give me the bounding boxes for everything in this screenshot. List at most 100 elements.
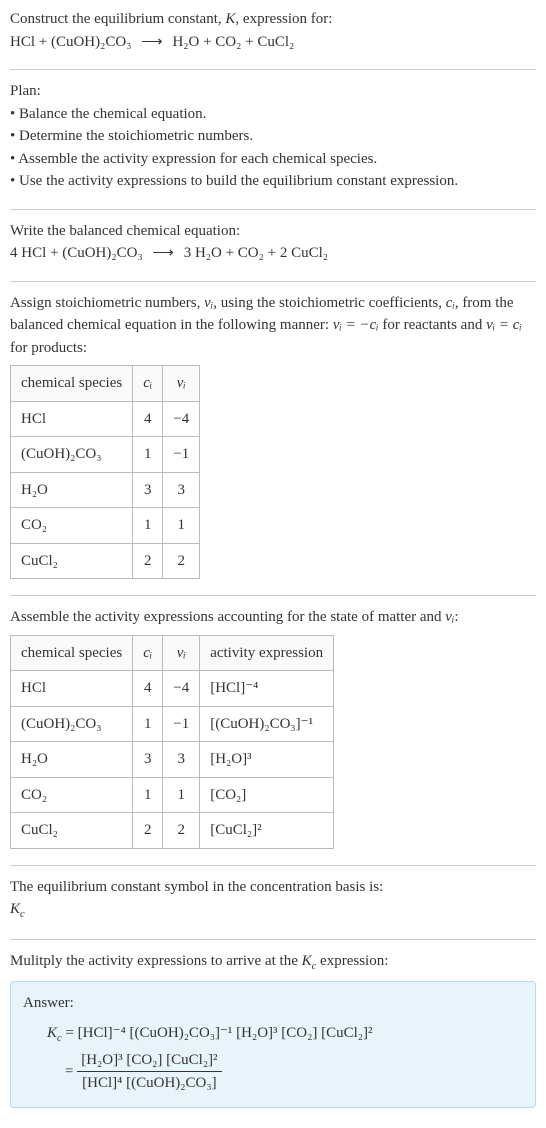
plan-list: Balance the chemical equation. Determine… bbox=[10, 103, 536, 193]
cell-c: 4 bbox=[133, 401, 163, 437]
table-row: H₂O 3 3 bbox=[11, 472, 200, 508]
cell-c: 3 bbox=[133, 742, 163, 778]
table-row: H₂O 3 3 [H₂O]³ bbox=[11, 742, 334, 778]
ci-symbol: cᵢ bbox=[446, 295, 455, 311]
answer-fraction: [H₂O]³ [CO₂] [CuCl₂]² [HCl]⁴ [(CuOH)₂CO₃… bbox=[77, 1049, 221, 1095]
final-text: Mulitply the activity expressions to arr… bbox=[10, 950, 536, 975]
table-row: (CuOH)₂CO₃ 1 −1 [(CuOH)₂CO₃]⁻¹ bbox=[11, 706, 334, 742]
cell-v: −4 bbox=[163, 401, 200, 437]
col-species: chemical species bbox=[11, 635, 133, 671]
answer-expression: Kc = [HCl]⁻⁴ [(CuOH)₂CO₃]⁻¹ [H₂O]³ [CO₂]… bbox=[23, 1022, 523, 1095]
plan-item: Use the activity expressions to build th… bbox=[10, 170, 536, 193]
table-header-row: chemical species cᵢ νᵢ bbox=[11, 366, 200, 402]
nu-symbol: νᵢ bbox=[445, 609, 454, 625]
answer-line2: = [H₂O]³ [CO₂] [CuCl₂]² [HCl]⁴ [(CuOH)₂C… bbox=[47, 1049, 523, 1095]
cell-c: 1 bbox=[133, 437, 163, 473]
final-pre: Mulitply the activity expressions to arr… bbox=[10, 953, 302, 969]
nu-symbol: νᵢ bbox=[204, 295, 213, 311]
cell-species: HCl bbox=[11, 401, 133, 437]
cell-species: HCl bbox=[11, 671, 133, 707]
cell-v: 2 bbox=[163, 813, 200, 849]
plan-section: Plan: Balance the chemical equation. Det… bbox=[10, 80, 536, 199]
intro-section: Construct the equilibrium constant, K, e… bbox=[10, 8, 536, 59]
cell-v: 1 bbox=[163, 508, 200, 544]
balanced-section: Write the balanced chemical equation: 4 … bbox=[10, 220, 536, 271]
cell-expr: [HCl]⁻⁴ bbox=[200, 671, 334, 707]
table-header-row: chemical species cᵢ νᵢ activity expressi… bbox=[11, 635, 334, 671]
cell-expr: [(CuOH)₂CO₃]⁻¹ bbox=[200, 706, 334, 742]
stoich-mid3: for reactants and bbox=[379, 317, 486, 333]
table-row: (CuOH)₂CO₃ 1 −1 bbox=[11, 437, 200, 473]
eq-sign2: = bbox=[65, 1063, 77, 1079]
balanced-rhs: 3 H₂O + CO₂ + 2 CuCl₂ bbox=[184, 245, 328, 261]
cell-expr: [CuCl₂]² bbox=[200, 813, 334, 849]
kc-inline: Kc bbox=[302, 953, 317, 969]
answer-box: Answer: Kc = [HCl]⁻⁴ [(CuOH)₂CO₃]⁻¹ [H₂O… bbox=[10, 981, 536, 1108]
cell-species: CuCl₂ bbox=[11, 543, 133, 579]
cell-c: 2 bbox=[133, 543, 163, 579]
cell-species: H₂O bbox=[11, 472, 133, 508]
plan-item: Balance the chemical equation. bbox=[10, 103, 536, 126]
col-expr: activity expression bbox=[200, 635, 334, 671]
cell-v: 3 bbox=[163, 742, 200, 778]
table-row: HCl 4 −4 bbox=[11, 401, 200, 437]
cell-v: −1 bbox=[163, 706, 200, 742]
balanced-heading: Write the balanced chemical equation: bbox=[10, 220, 536, 243]
cell-expr: [CO₂] bbox=[200, 777, 334, 813]
symbol-section: The equilibrium constant symbol in the c… bbox=[10, 876, 536, 929]
plan-item: Assemble the activity expression for eac… bbox=[10, 148, 536, 171]
activity-table: chemical species cᵢ νᵢ activity expressi… bbox=[10, 635, 334, 849]
activity-section: Assemble the activity expressions accoun… bbox=[10, 606, 536, 855]
answer-line1: Kc = [HCl]⁻⁴ [(CuOH)₂CO₃]⁻¹ [H₂O]³ [CO₂]… bbox=[47, 1022, 523, 1047]
eq-rhs: H₂O + CO₂ + CuCl₂ bbox=[172, 34, 294, 50]
divider bbox=[10, 281, 536, 282]
cell-species: CO₂ bbox=[11, 508, 133, 544]
cell-c: 1 bbox=[133, 777, 163, 813]
col-nu: νᵢ bbox=[163, 366, 200, 402]
stoich-mid1: , using the stoichiometric coefficients, bbox=[213, 295, 446, 311]
plan-item: Determine the stoichiometric numbers. bbox=[10, 125, 536, 148]
cell-c: 1 bbox=[133, 706, 163, 742]
cell-c: 2 bbox=[133, 813, 163, 849]
kc-symbol: Kc bbox=[47, 1025, 62, 1041]
answer-products: [HCl]⁻⁴ [(CuOH)₂CO₃]⁻¹ [H₂O]³ [CO₂] [CuC… bbox=[78, 1025, 373, 1041]
final-section: Mulitply the activity expressions to arr… bbox=[10, 950, 536, 1114]
activity-pre: Assemble the activity expressions accoun… bbox=[10, 609, 445, 625]
stoich-table: chemical species cᵢ νᵢ HCl 4 −4 (CuOH)₂C… bbox=[10, 365, 200, 579]
col-species: chemical species bbox=[11, 366, 133, 402]
final-post: expression: bbox=[316, 953, 388, 969]
divider bbox=[10, 69, 536, 70]
cell-v: −4 bbox=[163, 671, 200, 707]
divider bbox=[10, 939, 536, 940]
cell-species: CuCl₂ bbox=[11, 813, 133, 849]
col-nu: νᵢ bbox=[163, 635, 200, 671]
arrow-icon: ⟶ bbox=[141, 31, 163, 54]
divider bbox=[10, 595, 536, 596]
col-ci: cᵢ bbox=[133, 635, 163, 671]
activity-heading: Assemble the activity expressions accoun… bbox=[10, 606, 536, 629]
stoich-pre: Assign stoichiometric numbers, bbox=[10, 295, 204, 311]
cell-v: 3 bbox=[163, 472, 200, 508]
fraction-denominator: [HCl]⁴ [(CuOH)₂CO₃] bbox=[77, 1072, 221, 1095]
rel1: νᵢ = −cᵢ bbox=[333, 317, 379, 333]
eq-lhs: HCl + (CuOH)₂CO₃ bbox=[10, 34, 131, 50]
col-ci: cᵢ bbox=[133, 366, 163, 402]
cell-v: −1 bbox=[163, 437, 200, 473]
rel2: νᵢ = cᵢ bbox=[486, 317, 522, 333]
cell-species: H₂O bbox=[11, 742, 133, 778]
balanced-lhs: 4 HCl + (CuOH)₂CO₃ bbox=[10, 245, 143, 261]
answer-label: Answer: bbox=[23, 992, 523, 1015]
table-row: CuCl₂ 2 2 [CuCl₂]² bbox=[11, 813, 334, 849]
eq-sign: = bbox=[62, 1025, 78, 1041]
balanced-equation: 4 HCl + (CuOH)₂CO₃ ⟶ 3 H₂O + CO₂ + 2 CuC… bbox=[10, 242, 536, 265]
stoich-text: Assign stoichiometric numbers, νᵢ, using… bbox=[10, 292, 536, 360]
stoich-section: Assign stoichiometric numbers, νᵢ, using… bbox=[10, 292, 536, 586]
kc-symbol: Kc bbox=[10, 898, 536, 923]
intro-line1: Construct the equilibrium constant, K, e… bbox=[10, 8, 536, 31]
cell-species: (CuOH)₂CO₃ bbox=[11, 706, 133, 742]
intro-text: Construct the equilibrium constant, bbox=[10, 11, 225, 27]
divider bbox=[10, 865, 536, 866]
intro-text-post: , expression for: bbox=[235, 11, 332, 27]
table-row: HCl 4 −4 [HCl]⁻⁴ bbox=[11, 671, 334, 707]
cell-v: 1 bbox=[163, 777, 200, 813]
